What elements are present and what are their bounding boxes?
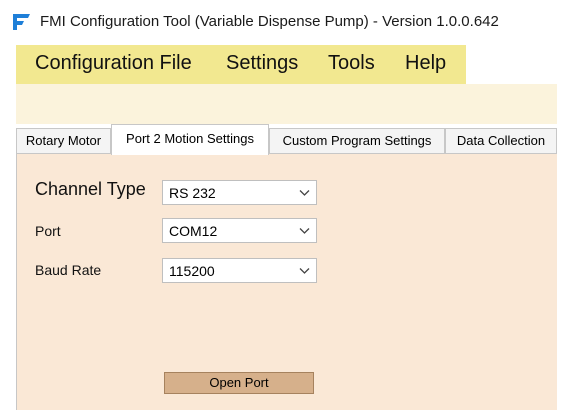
menu-configuration-file[interactable]: Configuration File <box>35 52 192 75</box>
chevron-down-icon <box>299 190 310 196</box>
port-select[interactable]: COM12 <box>162 218 317 243</box>
tab-rotary-motor[interactable]: Rotary Motor <box>16 128 111 153</box>
menu-bar: Configuration File Settings Tools Help <box>16 45 466 84</box>
baud-rate-label: Baud Rate <box>35 262 102 278</box>
channel-type-value: RS 232 <box>169 185 216 201</box>
open-port-button[interactable]: Open Port <box>164 372 314 394</box>
channel-type-select[interactable]: RS 232 <box>162 180 317 205</box>
menu-help[interactable]: Help <box>405 52 446 75</box>
tab-data-collection[interactable]: Data Collection <box>445 128 557 153</box>
fmi-logo-icon <box>13 14 30 30</box>
chevron-down-icon <box>299 268 310 274</box>
chevron-down-icon <box>299 228 310 234</box>
menu-tools[interactable]: Tools <box>328 52 375 75</box>
channel-type-label: Channel Type <box>35 179 146 199</box>
title-bar: FMI Configuration Tool (Variable Dispens… <box>0 0 561 42</box>
toolstrip-area <box>16 84 557 124</box>
window-title: FMI Configuration Tool (Variable Dispens… <box>40 13 499 30</box>
menu-settings[interactable]: Settings <box>226 52 298 75</box>
baud-rate-value: 115200 <box>169 263 215 279</box>
tab-custom-program-settings[interactable]: Custom Program Settings <box>269 128 445 153</box>
tab-strip: Rotary Motor Port 2 Motion Settings Cust… <box>0 124 561 155</box>
port-value: COM12 <box>169 223 218 239</box>
port-label: Port <box>35 223 61 239</box>
tab-port-2-motion-settings[interactable]: Port 2 Motion Settings <box>111 124 269 155</box>
baud-rate-select[interactable]: 115200 <box>162 258 317 283</box>
